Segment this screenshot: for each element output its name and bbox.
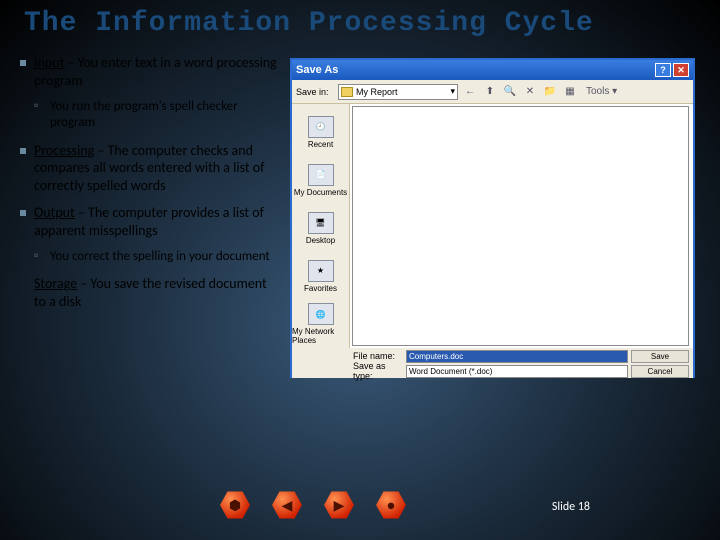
slide-title: The Information Processing Cycle bbox=[24, 8, 594, 39]
nav-next-button[interactable]: ▶ bbox=[324, 490, 354, 520]
home-icon: ⬢ bbox=[220, 490, 250, 520]
last-icon: ● bbox=[376, 490, 406, 520]
save-button[interactable]: Save bbox=[631, 350, 689, 363]
place-network-label: My Network Places bbox=[292, 327, 349, 345]
savein-value: My Report bbox=[356, 87, 398, 97]
bullet-output: Output – The computer provides a list of… bbox=[20, 204, 280, 239]
folder-icon bbox=[341, 87, 353, 97]
place-mydocs[interactable]: 📄 My Documents bbox=[292, 156, 349, 204]
bullet-processing: Processing – The computer checks and com… bbox=[20, 142, 280, 195]
search-button[interactable]: 🔍 bbox=[502, 84, 518, 100]
slide-number: Slide 18 bbox=[552, 500, 590, 514]
next-icon: ▶ bbox=[324, 490, 354, 520]
bullet-output-sub: You correct the spelling in your documen… bbox=[34, 249, 280, 265]
views-button[interactable]: ▦ bbox=[562, 84, 578, 100]
filename-input[interactable]: Computers.doc bbox=[406, 350, 628, 363]
place-desktop[interactable]: 🖥 Desktop bbox=[292, 204, 349, 252]
dialog-titlebar[interactable]: Save As ? ✕ bbox=[292, 60, 693, 80]
delete-button[interactable]: ✕ bbox=[522, 84, 538, 100]
dialog-toolbar: Save in: My Report ▾ ← ⬆ 🔍 ✕ 📁 ▦ Tools ▾ bbox=[292, 80, 693, 104]
save-as-dialog: Save As ? ✕ Save in: My Report ▾ ← ⬆ 🔍 ✕… bbox=[290, 58, 695, 378]
filetype-label: Save as type: bbox=[353, 361, 403, 381]
chevron-down-icon: ▾ bbox=[450, 86, 455, 97]
processing-label: Processing bbox=[34, 142, 94, 159]
dialog-bottom-panel: File name: Computers.doc Save Save as ty… bbox=[292, 348, 693, 378]
up-button[interactable]: ⬆ bbox=[482, 84, 498, 100]
output-label: Output bbox=[34, 204, 75, 221]
filetype-dropdown[interactable]: Word Document (*.doc) bbox=[406, 365, 628, 378]
recent-icon: 🕘 bbox=[308, 116, 334, 138]
nav-last-button[interactable]: ● bbox=[376, 490, 406, 520]
close-button[interactable]: ✕ bbox=[673, 63, 689, 77]
filename-label: File name: bbox=[353, 351, 403, 361]
place-desktop-label: Desktop bbox=[306, 236, 335, 245]
place-favorites-label: Favorites bbox=[304, 284, 337, 293]
prev-icon: ◀ bbox=[272, 490, 302, 520]
dialog-title-text: Save As bbox=[296, 64, 338, 76]
place-recent-label: Recent bbox=[308, 140, 333, 149]
bullet-storage: Storage – You save the revised document … bbox=[20, 275, 280, 310]
input-text: – You enter text in a word processing pr… bbox=[34, 54, 277, 89]
input-label: Input bbox=[34, 54, 64, 71]
newfolder-button[interactable]: 📁 bbox=[542, 84, 558, 100]
place-favorites[interactable]: ★ Favorites bbox=[292, 252, 349, 300]
mydocs-icon: 📄 bbox=[308, 164, 334, 186]
place-mydocs-label: My Documents bbox=[294, 188, 347, 197]
bullet-input-sub: You run the program's spell checker prog… bbox=[34, 99, 280, 132]
places-bar: 🕘 Recent 📄 My Documents 🖥 Desktop ★ Favorite… bbox=[292, 104, 350, 348]
bullet-list: Input – You enter text in a word process… bbox=[20, 54, 280, 320]
nav-home-button[interactable]: ⬢ bbox=[220, 490, 250, 520]
help-button[interactable]: ? bbox=[655, 63, 671, 77]
favorites-icon: ★ bbox=[308, 260, 334, 282]
savein-label: Save in: bbox=[296, 87, 334, 97]
storage-label: Storage bbox=[34, 275, 77, 292]
tools-dropdown[interactable]: Tools ▾ bbox=[582, 84, 621, 100]
place-network[interactable]: 🌐 My Network Places bbox=[292, 300, 349, 348]
cancel-button[interactable]: Cancel bbox=[631, 365, 689, 378]
nav-buttons: ⬢ ◀ ▶ ● bbox=[220, 490, 406, 520]
place-recent[interactable]: 🕘 Recent bbox=[292, 108, 349, 156]
file-list-area[interactable] bbox=[352, 106, 689, 346]
savein-dropdown[interactable]: My Report ▾ bbox=[338, 84, 458, 100]
network-icon: 🌐 bbox=[308, 303, 334, 325]
desktop-icon: 🖥 bbox=[308, 212, 334, 234]
back-button[interactable]: ← bbox=[462, 84, 478, 100]
nav-prev-button[interactable]: ◀ bbox=[272, 490, 302, 520]
bullet-input: Input – You enter text in a word process… bbox=[20, 54, 280, 89]
